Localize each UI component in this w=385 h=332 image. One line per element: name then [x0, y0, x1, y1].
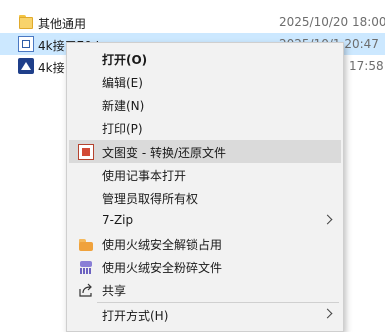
- convert-file-icon: [78, 144, 94, 160]
- menu-item-label: 文图变 - 转换/还原文件: [102, 146, 227, 160]
- menu-item-label: 打开方式(H): [102, 309, 169, 323]
- menu-item-edit[interactable]: 编辑(E): [69, 70, 341, 93]
- menu-item-huorong-shred[interactable]: 使用火绒安全粉碎文件: [69, 255, 341, 278]
- menu-item-label: 使用记事本打开: [102, 169, 187, 183]
- menu-item-new[interactable]: 新建(N): [69, 93, 341, 116]
- menu-item-open-with-notepad[interactable]: 使用记事本打开: [69, 163, 341, 186]
- menu-item-label: 打印(P): [102, 122, 143, 136]
- share-icon: [78, 282, 94, 298]
- chevron-right-icon: [322, 214, 333, 225]
- menu-item-huorong-unlock[interactable]: 使用火绒安全解锁占用: [69, 232, 341, 255]
- file-date: 2025/10/20 18:00: [279, 15, 385, 29]
- menu-item-print[interactable]: 打印(P): [69, 116, 341, 139]
- menu-item-label: 编辑(E): [102, 76, 143, 90]
- menu-item-open[interactable]: 打开(O): [69, 47, 341, 70]
- huorong-shred-icon: [78, 259, 94, 275]
- application-icon: [18, 58, 34, 74]
- menu-item-7zip[interactable]: 7-Zip: [69, 209, 341, 232]
- desktop-stage: 其他通用 2025/10/20 18:00 4k接口70 L 2025/10/1…: [0, 0, 385, 332]
- menu-item-label: 7-Zip: [102, 213, 134, 227]
- menu-item-label: 打开(O): [102, 53, 148, 67]
- menu-item-label: 共享: [102, 284, 127, 298]
- file-name: 其他通用: [38, 17, 87, 31]
- menu-item-take-ownership[interactable]: 管理员取得所有权: [69, 186, 341, 209]
- file-date: 17:58: [349, 59, 384, 73]
- word-document-icon: [18, 36, 34, 52]
- menu-item-label: 使用火绒安全粉碎文件: [102, 261, 223, 275]
- menu-item-label: 使用火绒安全解锁占用: [102, 238, 223, 252]
- menu-item-label: 管理员取得所有权: [102, 192, 199, 206]
- huorong-unlock-icon: [78, 236, 94, 252]
- menu-item-label: 新建(N): [102, 99, 145, 113]
- context-menu: 打开(O) 编辑(E) 新建(N) 打印(P) 文图变 - 转换/还原文件 使用…: [66, 42, 344, 332]
- file-name: 4k接: [38, 61, 65, 75]
- file-row-folder[interactable]: 其他通用 2025/10/20 18:00: [0, 11, 385, 33]
- menu-item-share[interactable]: 共享: [69, 278, 341, 301]
- menu-item-convert-file[interactable]: 文图变 - 转换/还原文件: [69, 140, 341, 163]
- folder-icon: [18, 14, 34, 30]
- chevron-right-icon: [322, 308, 333, 319]
- menu-item-open-with[interactable]: 打开方式(H): [69, 303, 341, 326]
